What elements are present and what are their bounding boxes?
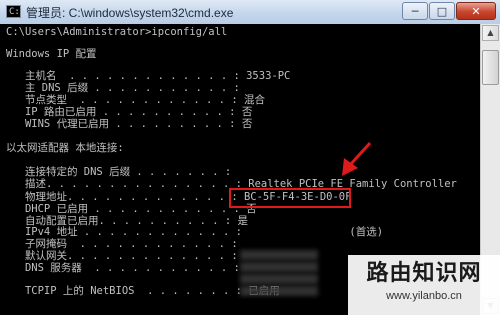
- console-line: TCPIP 上的 NetBIOS . . . . . . . : 已启用: [6, 285, 280, 297]
- redacted-dns: [240, 286, 318, 296]
- close-button[interactable]: ✕: [456, 2, 496, 20]
- console-line: 主机名 . . . . . . . . . . . . . : 3533-PC: [6, 70, 291, 82]
- scrollbar-thumb[interactable]: [482, 50, 499, 85]
- cmd-icon: C:\: [6, 5, 25, 18]
- minimize-button[interactable]: ─: [402, 2, 428, 20]
- window-controls: ─ □ ✕: [401, 2, 496, 21]
- console-line: 默认网关. . . . . . . . . . . . . :: [6, 250, 238, 262]
- console-line: WINS 代理已启用 . . . . . . . . . : 否: [6, 118, 253, 130]
- window-title: 管理员: C:\windows\system32\cmd.exe: [26, 6, 234, 20]
- redacted-ipv4: [240, 250, 318, 260]
- console-line: 节点类型 . . . . . . . . . . . . : 混合: [6, 94, 265, 106]
- watermark-url: www.yilanbo.cn: [386, 290, 462, 302]
- console-line: 连接特定的 DNS 后缀 . . . . . . . :: [6, 166, 232, 178]
- watermark-title: 路由知识网: [366, 261, 482, 286]
- maximize-button[interactable]: □: [429, 2, 455, 20]
- scroll-up-icon[interactable]: ▲: [482, 25, 499, 41]
- cmd-window: C:\ 管理员: C:\windows\system32\cmd.exe ─ □…: [0, 0, 500, 315]
- console-line: C:\Users\Administrator>ipconfig/all: [6, 26, 228, 38]
- console-line: 子网掩码 . . . . . . . . . . . . :: [6, 238, 238, 250]
- console-line: DHCP 已启用 . . . . . . . . . . . : 否: [6, 203, 257, 215]
- redacted-subnet-mask: [240, 262, 318, 272]
- console-line: 以太网适配器 本地连接:: [6, 142, 124, 154]
- console-line: DNS 服务器 . . . . . . . . . . . :: [6, 262, 240, 274]
- console-line: IP 路由已启用 . . . . . . . . . . : 否: [6, 106, 253, 118]
- mac-address-highlight-box: [229, 188, 351, 208]
- redacted-gateway: [240, 274, 318, 284]
- title-bar[interactable]: C:\ 管理员: C:\windows\system32\cmd.exe ─ □…: [0, 0, 500, 25]
- watermark: 路由知识网 www.yilanbo.cn: [348, 255, 500, 315]
- console-line: 主 DNS 后缀 . . . . . . . . . . . :: [6, 82, 240, 94]
- console-line: Windows IP 配置: [6, 48, 97, 60]
- console-line: IPv4 地址 . . . . . . . . . . . . : (首选): [6, 226, 384, 238]
